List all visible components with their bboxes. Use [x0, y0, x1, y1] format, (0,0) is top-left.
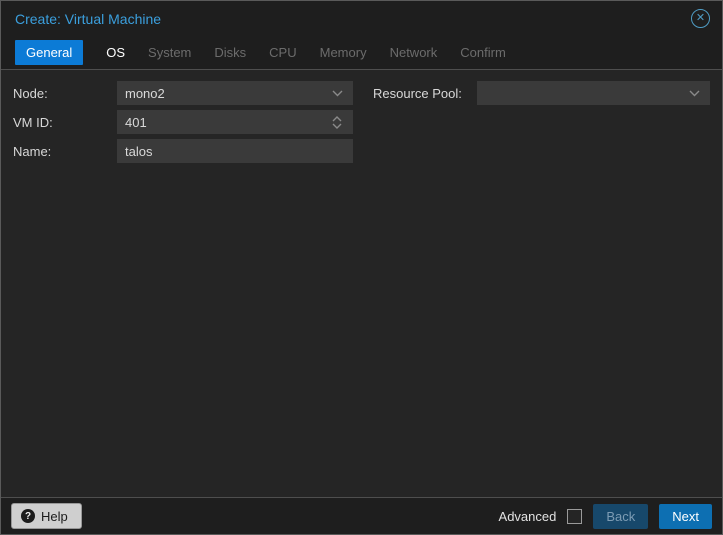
tab-os[interactable]: OS [106, 40, 125, 65]
wizard-tabbar: General OS System Disks CPU Memory Netwo… [1, 36, 722, 69]
tab-system: System [148, 40, 191, 65]
close-glyph: ✕ [696, 13, 705, 24]
dialog-title: Create: Virtual Machine [15, 11, 161, 27]
back-button[interactable]: Back [593, 504, 648, 529]
help-button-label: Help [41, 509, 68, 524]
help-button[interactable]: ? Help [11, 503, 82, 529]
advanced-label: Advanced [499, 509, 557, 524]
tab-disks: Disks [214, 40, 246, 65]
tab-cpu: CPU [269, 40, 296, 65]
next-button[interactable]: Next [659, 504, 712, 529]
vmid-row: VM ID: 401 [13, 110, 353, 134]
spinner-up-down-icon[interactable] [329, 110, 345, 134]
tab-memory: Memory [320, 40, 367, 65]
node-value: mono2 [125, 86, 329, 101]
node-combobox[interactable]: mono2 [117, 81, 353, 105]
question-circle-icon: ? [21, 509, 35, 523]
dialog-titlebar: Create: Virtual Machine ✕ [1, 1, 722, 36]
resource-pool-row: Resource Pool: [373, 81, 710, 105]
name-value: talos [125, 144, 345, 159]
vmid-label: VM ID: [13, 115, 117, 130]
node-label: Node: [13, 86, 117, 101]
tab-general[interactable]: General [15, 40, 83, 65]
dialog-footer: ? Help Advanced Back Next [1, 498, 722, 534]
resource-pool-label: Resource Pool: [373, 86, 477, 101]
tab-confirm: Confirm [460, 40, 506, 65]
advanced-checkbox[interactable] [567, 509, 582, 524]
form-right-column: Resource Pool: [373, 81, 710, 105]
help-glyph: ? [25, 511, 31, 522]
vmid-value: 401 [125, 115, 329, 130]
form-left-column: Node: mono2 VM ID: 401 [13, 81, 353, 163]
name-label: Name: [13, 144, 117, 159]
name-input[interactable]: talos [117, 139, 353, 163]
chevron-down-icon[interactable] [686, 81, 702, 105]
resource-pool-combobox[interactable] [477, 81, 710, 105]
close-icon[interactable]: ✕ [691, 9, 710, 28]
vmid-spinner[interactable]: 401 [117, 110, 353, 134]
create-vm-dialog: Create: Virtual Machine ✕ General OS Sys… [0, 0, 723, 535]
node-row: Node: mono2 [13, 81, 353, 105]
general-form-panel: Node: mono2 VM ID: 401 [1, 69, 722, 498]
tab-network: Network [390, 40, 438, 65]
chevron-down-icon[interactable] [329, 81, 345, 105]
name-row: Name: talos [13, 139, 353, 163]
footer-actions: Advanced Back Next [499, 504, 712, 529]
